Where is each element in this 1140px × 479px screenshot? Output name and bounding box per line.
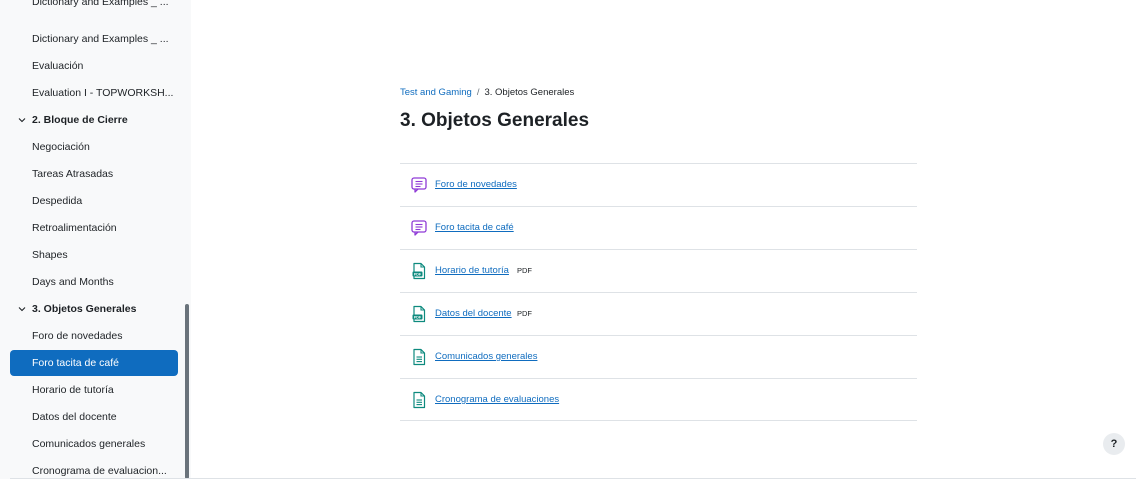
- sidebar-item-label: Evaluation I - TOPWORKSH...: [32, 87, 174, 99]
- sidebar-item-label: Days and Months: [32, 276, 114, 288]
- svg-text:PDF: PDF: [414, 272, 422, 276]
- file-type-badge: PDF: [517, 309, 532, 318]
- sidebar-item[interactable]: Dictionary and Examples _ ...: [10, 0, 178, 9]
- sidebar-item-label: Horario de tutoría: [32, 384, 114, 396]
- svg-text:PDF: PDF: [414, 315, 422, 319]
- sidebar-item[interactable]: Days and Months: [10, 269, 178, 295]
- sidebar-item-label: Comunicados generales: [32, 438, 146, 450]
- file-type-badge: PDF: [517, 266, 532, 275]
- sidebar-item[interactable]: Tareas Atrasadas: [10, 161, 178, 187]
- sidebar-item[interactable]: Comunicados generales: [10, 431, 178, 457]
- forum-icon: [410, 176, 428, 194]
- sidebar-item[interactable]: Evaluation I - TOPWORKSH...: [10, 80, 178, 106]
- sidebar-scrollbar[interactable]: [185, 304, 189, 479]
- pdf-file-icon: PDF: [410, 262, 428, 280]
- pdf-file-icon: PDF: [410, 305, 428, 323]
- activity-link[interactable]: Foro de novedades: [435, 164, 517, 206]
- sidebar-item-label: Retroalimentación: [32, 222, 117, 234]
- sidebar-item[interactable]: Foro de novedades: [10, 323, 178, 349]
- activity-item: Comunicados generales: [400, 335, 917, 378]
- page-icon: [410, 348, 428, 366]
- app: Dictionary and Examples _ ... Dictionary …: [0, 0, 1140, 479]
- sidebar-item[interactable]: Negociación: [10, 134, 178, 160]
- sidebar-item[interactable]: Shapes: [10, 242, 178, 268]
- sidebar-item-label: Evaluación: [32, 60, 84, 72]
- sidebar-item-label: Negociación: [32, 141, 90, 153]
- help-button[interactable]: ?: [1103, 433, 1125, 455]
- sidebar-section-header[interactable]: 2. Bloque de Cierre: [10, 107, 178, 133]
- activity-item: Cronograma de evaluaciones: [400, 378, 917, 421]
- activity-list: Foro de novedades Foro tacita de café PDF H…: [400, 163, 917, 421]
- sidebar-item-label: Dictionary and Examples _ ...: [32, 33, 169, 45]
- activity-item: Foro de novedades: [400, 163, 917, 206]
- sidebar-item-label: 2. Bloque de Cierre: [32, 114, 128, 126]
- sidebar-item-label: Foro tacita de café: [32, 357, 119, 369]
- chevron-down-icon[interactable]: [17, 296, 27, 322]
- sidebar-item[interactable]: Datos del docente: [10, 404, 178, 430]
- sidebar-item[interactable]: Cronograma de evaluacion...: [10, 458, 178, 479]
- activity-item: PDF Horario de tutoría PDF: [400, 249, 917, 292]
- activity-link[interactable]: Comunicados generales: [435, 336, 537, 378]
- sidebar-item[interactable]: Foro tacita de café: [10, 350, 178, 376]
- activity-link[interactable]: Foro tacita de café: [435, 207, 514, 249]
- activity-link[interactable]: Cronograma de evaluaciones: [435, 379, 559, 421]
- sidebar-item[interactable]: Despedida: [10, 188, 178, 214]
- breadcrumb-course-link[interactable]: Test and Gaming: [400, 87, 472, 98]
- forum-icon: [410, 219, 428, 237]
- sidebar-item-label: Shapes: [32, 249, 68, 261]
- breadcrumb: Test and Gaming / 3. Objetos Generales: [400, 87, 574, 98]
- sidebar-item-label: Despedida: [32, 195, 83, 207]
- sidebar-item[interactable]: Horario de tutoría: [10, 377, 178, 403]
- sidebar-item-label: Datos del docente: [32, 411, 117, 423]
- sidebar-item[interactable]: Dictionary and Examples _ ...: [10, 26, 178, 52]
- chevron-down-icon[interactable]: [17, 107, 27, 133]
- sidebar-item-label: 3. Objetos Generales: [32, 303, 137, 315]
- activity-link[interactable]: Datos del docente: [435, 293, 512, 335]
- sidebar-item[interactable]: Retroalimentación: [10, 215, 178, 241]
- sidebar-item-label: Foro de novedades: [32, 330, 123, 342]
- activity-item: PDF Datos del docente PDF: [400, 292, 917, 335]
- sidebar-item-label: Cronograma de evaluacion...: [32, 465, 167, 477]
- breadcrumb-separator: /: [476, 87, 480, 98]
- sidebar-item[interactable]: Evaluación: [10, 53, 178, 79]
- sidebar-item-label: Tareas Atrasadas: [32, 168, 114, 180]
- main-content: Test and Gaming / 3. Objetos Generales 3. …: [191, 0, 1140, 479]
- activity-link[interactable]: Horario de tutoría: [435, 250, 509, 292]
- sidebar-section-header[interactable]: 3. Objetos Generales: [10, 296, 178, 322]
- page-title: 3. Objetos Generales: [400, 110, 590, 131]
- page-icon: [410, 391, 428, 409]
- sidebar-item-label: Dictionary and Examples _ ...: [32, 0, 169, 8]
- activity-item: Foro tacita de café: [400, 206, 917, 249]
- breadcrumb-current: 3. Objetos Generales: [484, 87, 575, 98]
- course-index-sidebar: Dictionary and Examples _ ... Dictionary …: [0, 0, 191, 479]
